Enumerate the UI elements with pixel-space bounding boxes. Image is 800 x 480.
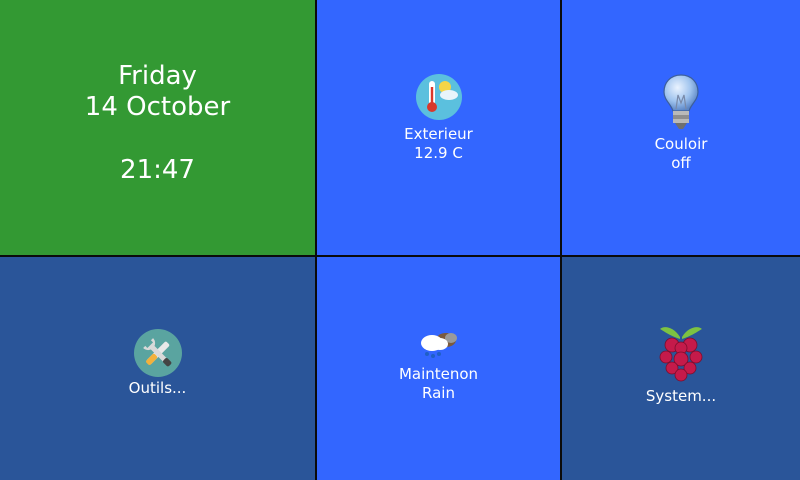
outils-label: Outils... — [128, 379, 187, 397]
thermometer-weather-icon — [415, 73, 462, 120]
light-bulb-icon — [663, 73, 699, 129]
clock-day: Friday — [118, 61, 197, 91]
clock-display: Friday 14 October 21:47 — [85, 61, 230, 186]
rain-cloud-icon — [420, 332, 457, 358]
couloir-label: Couloir — [654, 134, 708, 153]
clock-tile[interactable]: Friday 14 October 21:47 — [0, 0, 315, 255]
exterieur-label: Exterieur — [404, 124, 473, 143]
outils-tile[interactable]: Outils... — [0, 257, 315, 480]
system-label: System... — [645, 387, 717, 405]
maintenon-value: Rain — [422, 383, 455, 402]
exterieur-tile[interactable]: Exterieur 12.9 C — [317, 0, 560, 255]
maintenon-tile[interactable]: Maintenon Rain — [317, 257, 560, 480]
couloir-tile[interactable]: Couloir off — [562, 0, 800, 255]
couloir-value: off — [671, 153, 691, 172]
dashboard-grid: Friday 14 October 21:47 Exterieur 12.9 C — [0, 0, 800, 480]
raspberry-pi-icon — [659, 327, 703, 382]
system-tile[interactable]: System... — [562, 257, 800, 480]
exterieur-value: 12.9 C — [414, 143, 463, 162]
clock-time: 21:47 — [120, 155, 195, 185]
maintenon-label: Maintenon — [398, 364, 479, 383]
clock-date: 14 October — [84, 92, 231, 122]
tools-icon — [133, 329, 182, 377]
